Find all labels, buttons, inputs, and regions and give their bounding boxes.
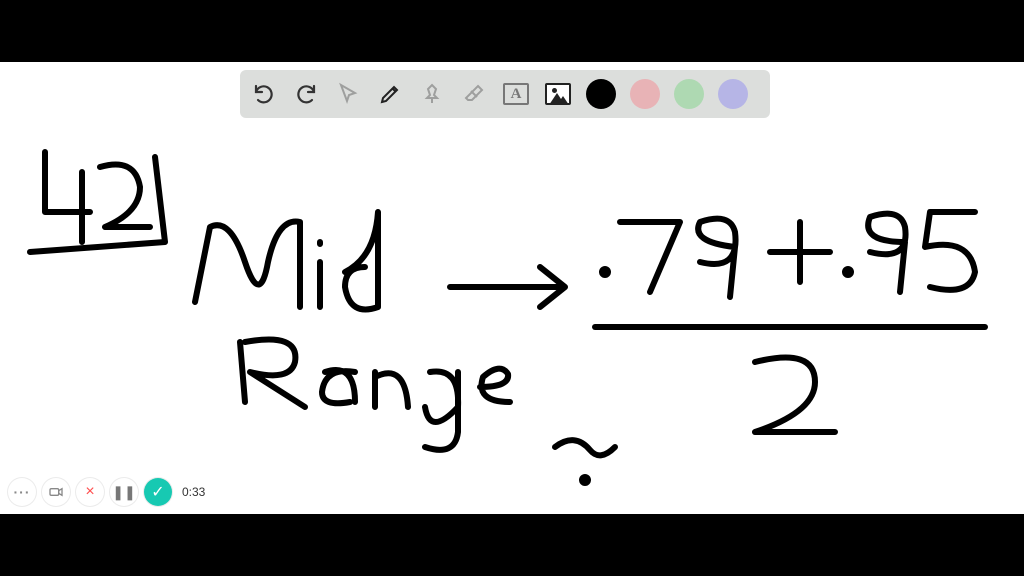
recording-timer: 0:33 <box>182 485 205 499</box>
color-swatch-black[interactable] <box>586 79 616 109</box>
pencil-icon[interactable] <box>376 80 404 108</box>
color-swatch-green[interactable] <box>674 79 704 109</box>
image-tool-icon[interactable] <box>544 80 572 108</box>
text-tool-icon[interactable]: A <box>502 80 530 108</box>
drawing-toolbar: A <box>240 70 770 118</box>
color-swatch-purple[interactable] <box>718 79 748 109</box>
pointer-icon[interactable] <box>334 80 362 108</box>
letterbox-bottom <box>0 514 1024 576</box>
undo-icon[interactable] <box>250 80 278 108</box>
pin-icon[interactable] <box>418 80 446 108</box>
camera-button[interactable] <box>42 478 70 506</box>
letterbox-top <box>0 0 1024 62</box>
more-button[interactable]: ··· <box>8 478 36 506</box>
pause-button[interactable]: ❚❚ <box>110 478 138 506</box>
text-tool-label: A <box>503 83 529 105</box>
whiteboard-canvas[interactable] <box>0 62 1024 514</box>
eraser-icon[interactable] <box>460 80 488 108</box>
redo-icon[interactable] <box>292 80 320 108</box>
recording-controls: ··· × ❚❚ ✓ 0:33 <box>8 478 205 506</box>
confirm-button[interactable]: ✓ <box>144 478 172 506</box>
color-swatch-pink[interactable] <box>630 79 660 109</box>
stop-button[interactable]: × <box>76 478 104 506</box>
